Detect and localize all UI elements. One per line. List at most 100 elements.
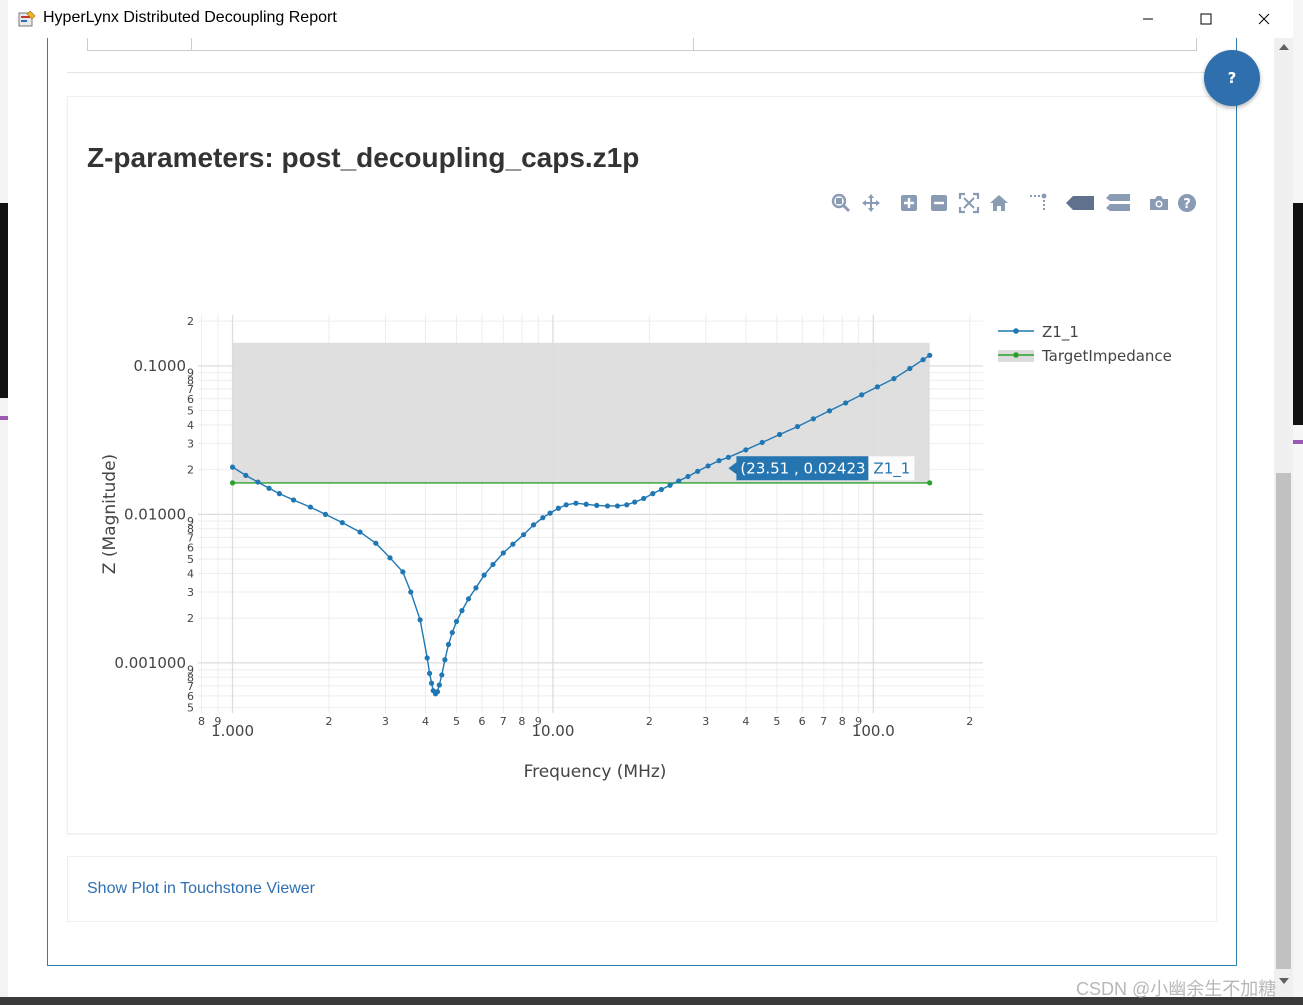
y-tick-label-minor: 2 bbox=[187, 315, 194, 328]
data-point-z1-1 bbox=[490, 561, 496, 568]
data-point-z1-1 bbox=[307, 504, 314, 510]
data-point-z1-1 bbox=[521, 532, 527, 538]
y-tick-label-major: 0.001000 bbox=[114, 654, 186, 672]
data-point-z1-1 bbox=[614, 503, 621, 509]
x-axis-title: Frequency (MHz) bbox=[524, 762, 667, 782]
window-title: HyperLynx Distributed Decoupling Report bbox=[43, 9, 337, 26]
y-tick-label-minor: 5 bbox=[187, 553, 194, 566]
data-point-z1-1 bbox=[243, 472, 249, 479]
data-point-z1-1 bbox=[322, 511, 329, 517]
data-point-z1-1 bbox=[276, 491, 282, 497]
data-point-z1-1 bbox=[859, 392, 865, 398]
data-point-z1-1 bbox=[266, 485, 272, 491]
x-tick-label-major: 100.0 bbox=[852, 722, 895, 740]
y-tick-label-major: 0.01000 bbox=[124, 505, 186, 523]
data-point-targetimpedance bbox=[229, 480, 236, 486]
reset-axes-button[interactable] bbox=[988, 192, 1010, 214]
scroll-down-arrow[interactable] bbox=[1279, 978, 1289, 984]
zoom-out-button[interactable] bbox=[928, 192, 950, 214]
table-column-divider bbox=[693, 38, 694, 50]
hover-tooltip: (23.51 , 0.02423 ) Z1_1 bbox=[728, 456, 915, 481]
data-point-z1-1 bbox=[473, 585, 479, 591]
data-point-z1-1 bbox=[874, 384, 881, 390]
x-tick-label-major: 10.00 bbox=[531, 722, 574, 740]
data-point-z1-1 bbox=[442, 657, 448, 663]
background-dark-panel bbox=[1293, 203, 1303, 425]
data-point-z1-1 bbox=[794, 423, 801, 430]
legend-label-z1-1: Z1_1 bbox=[1042, 323, 1079, 342]
data-point-z1-1 bbox=[540, 515, 546, 521]
data-point-z1-1 bbox=[465, 596, 472, 602]
close-icon bbox=[1258, 13, 1270, 25]
spike-lines-button[interactable] bbox=[1026, 192, 1048, 214]
data-point-z1-1 bbox=[624, 502, 630, 508]
legend-item-target-impedance[interactable]: TargetImpedance bbox=[998, 347, 1172, 365]
pan-button[interactable] bbox=[860, 192, 882, 214]
x-tick-label-minor: 8 bbox=[198, 715, 205, 728]
hover-compare-button[interactable] bbox=[1104, 192, 1132, 214]
data-point-z1-1 bbox=[826, 408, 833, 414]
data-point-z1-1 bbox=[676, 478, 682, 484]
maximize-button[interactable] bbox=[1177, 0, 1235, 38]
data-point-z1-1 bbox=[777, 431, 783, 438]
data-point-z1-1 bbox=[891, 376, 897, 382]
zoom-in-icon bbox=[901, 195, 917, 211]
touchstone-viewer-link[interactable]: Show Plot in Touchstone Viewer bbox=[87, 880, 315, 898]
y-tick-label-minor: 5 bbox=[187, 702, 194, 715]
data-point-z1-1 bbox=[604, 503, 611, 509]
x-tick-label-minor: 3 bbox=[702, 715, 709, 728]
data-point-z1-1 bbox=[481, 572, 487, 578]
close-button[interactable] bbox=[1235, 0, 1293, 38]
scrollbar-thumb[interactable] bbox=[1276, 473, 1291, 969]
zoom-in-button[interactable] bbox=[898, 192, 920, 214]
data-point-z1-1 bbox=[667, 482, 673, 488]
data-point-z1-1 bbox=[920, 357, 926, 363]
data-point-z1-1 bbox=[426, 670, 433, 676]
data-point-z1-1 bbox=[743, 447, 749, 453]
x-tick-label-minor: 2 bbox=[646, 715, 653, 728]
title-bar: HyperLynx Distributed Decoupling Report bbox=[8, 0, 1293, 38]
minimize-button[interactable] bbox=[1119, 0, 1177, 38]
app-icon bbox=[18, 10, 36, 27]
legend-marker-target bbox=[1013, 352, 1019, 358]
data-point-z1-1 bbox=[453, 618, 460, 625]
legend-item-z1-1[interactable]: Z1_1 bbox=[998, 323, 1079, 342]
data-point-z1-1 bbox=[428, 680, 435, 686]
legend-marker-z1-1 bbox=[1013, 328, 1019, 334]
autoscale-button[interactable] bbox=[958, 192, 980, 214]
data-point-z1-1 bbox=[436, 682, 442, 688]
hover-closest-icon bbox=[1066, 196, 1094, 210]
data-point-z1-1 bbox=[339, 520, 345, 526]
plot-title: Z-parameters: post_decoupling_caps.z1p bbox=[87, 142, 640, 173]
data-point-z1-1 bbox=[563, 502, 569, 508]
download-png-button[interactable] bbox=[1148, 192, 1170, 214]
data-point-z1-1 bbox=[650, 491, 656, 497]
spike-lines-icon bbox=[1030, 193, 1047, 210]
data-point-z1-1 bbox=[705, 463, 711, 469]
background-accent-mark bbox=[0, 416, 8, 420]
scroll-up-arrow[interactable] bbox=[1279, 44, 1289, 50]
y-tick-label-minor: 5 bbox=[187, 405, 194, 418]
data-point-z1-1 bbox=[434, 689, 441, 695]
data-point-z1-1 bbox=[547, 510, 553, 516]
impedance-chart[interactable]: 8 9 2 3 4 5 6 7 8 9 2 3 4 5 6 7 8 9 21.000 10.00 100.0298765… bbox=[87, 290, 1207, 790]
x-tick-label-minor: 7 bbox=[500, 715, 507, 728]
data-point-z1-1 bbox=[400, 569, 406, 575]
help-button[interactable]: ? bbox=[1204, 50, 1260, 106]
background-window-right bbox=[1293, 0, 1303, 1005]
x-tick-label-minor: 4 bbox=[742, 715, 749, 728]
chart-legend: Z1_1 TargetImpedance bbox=[998, 323, 1172, 365]
data-point-z1-1 bbox=[373, 540, 379, 546]
data-point-z1-1 bbox=[229, 464, 236, 470]
y-tick-label-minor: 4 bbox=[187, 419, 194, 432]
background-window-left bbox=[0, 0, 8, 1005]
tooltip-coords: (23.51 , 0.02423 ) bbox=[740, 459, 876, 477]
plot-help-button[interactable]: ? bbox=[1176, 192, 1198, 214]
vertical-scrollbar[interactable] bbox=[1274, 38, 1293, 997]
data-point-z1-1 bbox=[510, 541, 516, 547]
hover-closest-button[interactable] bbox=[1064, 192, 1096, 214]
data-point-z1-1 bbox=[716, 458, 722, 464]
tooltip-series-name: Z1_1 bbox=[873, 459, 910, 478]
x-tick-label-minor: 5 bbox=[773, 715, 780, 728]
zoom-button[interactable] bbox=[830, 192, 852, 214]
